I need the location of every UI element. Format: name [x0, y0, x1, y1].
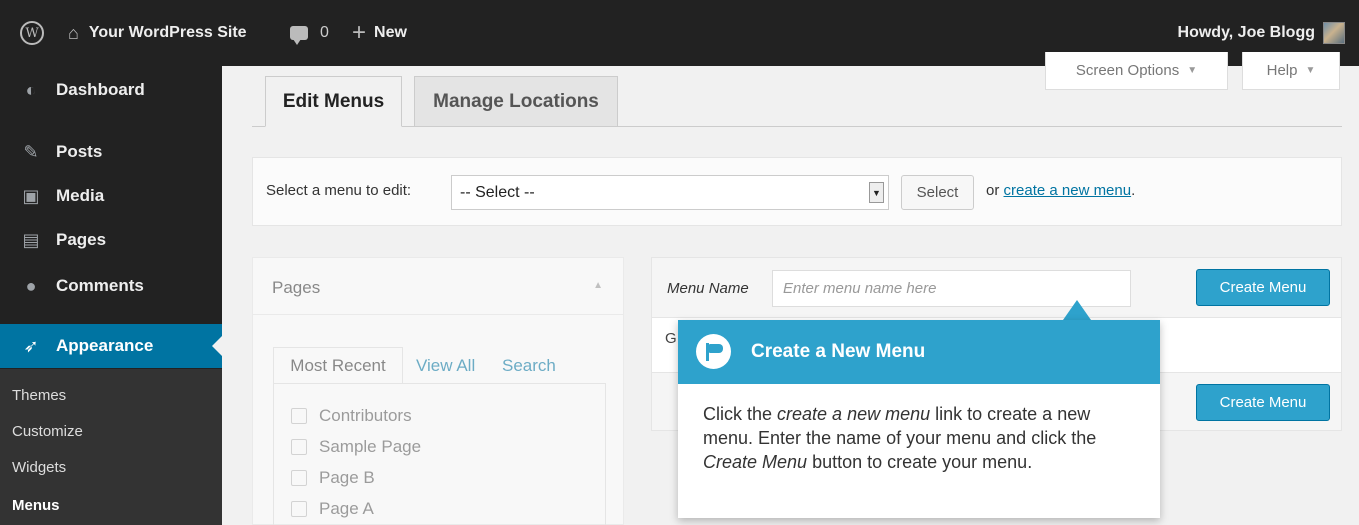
tab-view-all[interactable]: View All: [416, 347, 475, 384]
create-menu-button[interactable]: Create Menu: [1196, 269, 1330, 306]
new-label: New: [374, 24, 407, 41]
flag-icon: [696, 334, 731, 369]
tab-manage-locations[interactable]: Manage Locations: [414, 76, 618, 127]
media-icon: ▣: [22, 185, 40, 206]
menu-select-dropdown[interactable]: -- Select -- ▼: [451, 175, 889, 210]
pages-icon: ▤: [22, 229, 40, 250]
site-name-label: Your WordPress Site: [88, 24, 247, 41]
list-item[interactable]: Page B: [291, 468, 375, 488]
submenu-item-customize[interactable]: Customize: [0, 423, 222, 440]
page-label: Sample Page: [319, 437, 422, 456]
sidebar-item-pages[interactable]: ▤ Pages: [0, 218, 222, 262]
menu-select-panel: Select a menu to edit: -- Select -- ▼ Se…: [252, 157, 1342, 226]
comments-link[interactable]: 0: [290, 0, 329, 66]
site-name-link[interactable]: ⌂ Your WordPress Site: [68, 0, 247, 66]
sidebar-item-dashboard[interactable]: ◐ Dashboard: [0, 68, 222, 112]
screen-options-button[interactable]: Screen Options ▼: [1045, 52, 1228, 90]
pages-metabox: Pages ▲ Most Recent View All Search Cont…: [252, 257, 624, 525]
pin-icon: ✎: [23, 141, 39, 162]
page-label: Contributors: [319, 406, 412, 425]
admin-sidebar: ◐ Dashboard ✎ Posts ▣ Media ▤ Pages ● Co…: [0, 66, 222, 525]
tooltip-body-text: button to create your menu.: [807, 452, 1033, 472]
tooltip-body: Click the create a new menu link to crea…: [703, 402, 1143, 474]
page-label: Page A: [319, 499, 374, 518]
sidebar-item-label: Dashboard: [56, 80, 145, 99]
create-menu-tooltip: Create a New Menu Click the create a new…: [678, 320, 1160, 518]
pages-metabox-title[interactable]: Pages: [272, 278, 320, 298]
select-button[interactable]: Select: [901, 175, 974, 210]
collapse-arrow-icon[interactable]: ▲: [593, 280, 603, 291]
plus-icon: +: [352, 19, 367, 46]
caret-down-icon: ▼: [1305, 65, 1316, 76]
tooltip-header: Create a New Menu: [678, 320, 1160, 384]
sidebar-item-label: Posts: [56, 142, 103, 161]
checkbox[interactable]: [291, 439, 307, 455]
screen-options-label: Screen Options: [1075, 62, 1180, 79]
list-item[interactable]: Sample Page: [291, 437, 421, 457]
comments-count: 0: [320, 24, 329, 41]
checkbox[interactable]: [291, 470, 307, 486]
period-text: .: [1131, 182, 1136, 199]
page-label: Page B: [319, 468, 375, 487]
select-menu-label: Select a menu to edit:: [266, 182, 412, 199]
pages-checklist: Contributors Sample Page Page B Page A: [273, 383, 606, 525]
greeting-text: Howdy, Joe Blogg: [1177, 24, 1315, 41]
dropdown-arrow-icon: ▼: [869, 182, 884, 203]
dashboard-icon: ◐: [25, 79, 37, 100]
checkbox[interactable]: [291, 501, 307, 517]
tooltip-title: Create a New Menu: [751, 341, 926, 362]
new-content-link[interactable]: + New: [352, 0, 407, 66]
menu-panel-body-text: G: [665, 330, 677, 347]
menu-panel-header: Menu Name Enter menu name here Create Me…: [652, 258, 1341, 318]
sidebar-item-label: Comments: [56, 276, 144, 295]
avatar: [1323, 22, 1345, 44]
tab-edit-menus[interactable]: Edit Menus: [265, 76, 402, 127]
comments-icon: ●: [25, 275, 37, 296]
tooltip-body-text: Click the: [703, 404, 778, 424]
home-icon: ⌂: [68, 22, 79, 43]
submenu-item-widgets[interactable]: Widgets: [0, 459, 222, 476]
sidebar-item-label: Appearance: [56, 336, 154, 355]
menu-name-label: Menu Name: [667, 280, 749, 297]
create-menu-button-bottom[interactable]: Create Menu: [1196, 384, 1330, 421]
appearance-submenu: Themes Customize Widgets Menus: [0, 369, 222, 525]
checkbox[interactable]: [291, 408, 307, 424]
divider: [253, 314, 623, 315]
pages-tabs: Most Recent View All Search: [273, 347, 606, 384]
tooltip-emphasis: Create Menu: [703, 452, 808, 472]
tab-search[interactable]: Search: [502, 347, 556, 384]
tooltip-pointer-arrow: [1063, 300, 1091, 320]
sidebar-item-media[interactable]: ▣ Media: [0, 174, 222, 218]
tab-most-recent[interactable]: Most Recent: [273, 347, 403, 384]
dropdown-value: -- Select --: [460, 183, 535, 201]
help-label: Help: [1266, 62, 1298, 79]
sidebar-item-appearance[interactable]: ➶ Appearance: [0, 324, 222, 368]
help-button[interactable]: Help ▼: [1242, 52, 1340, 90]
submenu-item-themes[interactable]: Themes: [0, 387, 222, 404]
caret-down-icon: ▼: [1187, 65, 1198, 76]
list-item[interactable]: Page A: [291, 499, 374, 519]
list-item[interactable]: Contributors: [291, 406, 412, 426]
comment-bubble-icon: [290, 26, 308, 45]
wordpress-logo-icon[interactable]: W: [20, 21, 44, 45]
sidebar-item-comments[interactable]: ● Comments: [0, 264, 222, 308]
or-text: or: [986, 182, 1000, 199]
submenu-item-menus[interactable]: Menus: [0, 497, 222, 514]
sidebar-item-label: Media: [56, 186, 105, 205]
sidebar-item-posts[interactable]: ✎ Posts: [0, 130, 222, 174]
create-new-menu-link[interactable]: create a new menu: [1004, 182, 1132, 199]
tooltip-emphasis: create a new menu: [777, 404, 931, 424]
sidebar-item-label: Pages: [56, 230, 107, 249]
create-menu-prompt: or create a new menu.: [986, 182, 1135, 199]
brush-icon: ➶: [23, 335, 39, 356]
